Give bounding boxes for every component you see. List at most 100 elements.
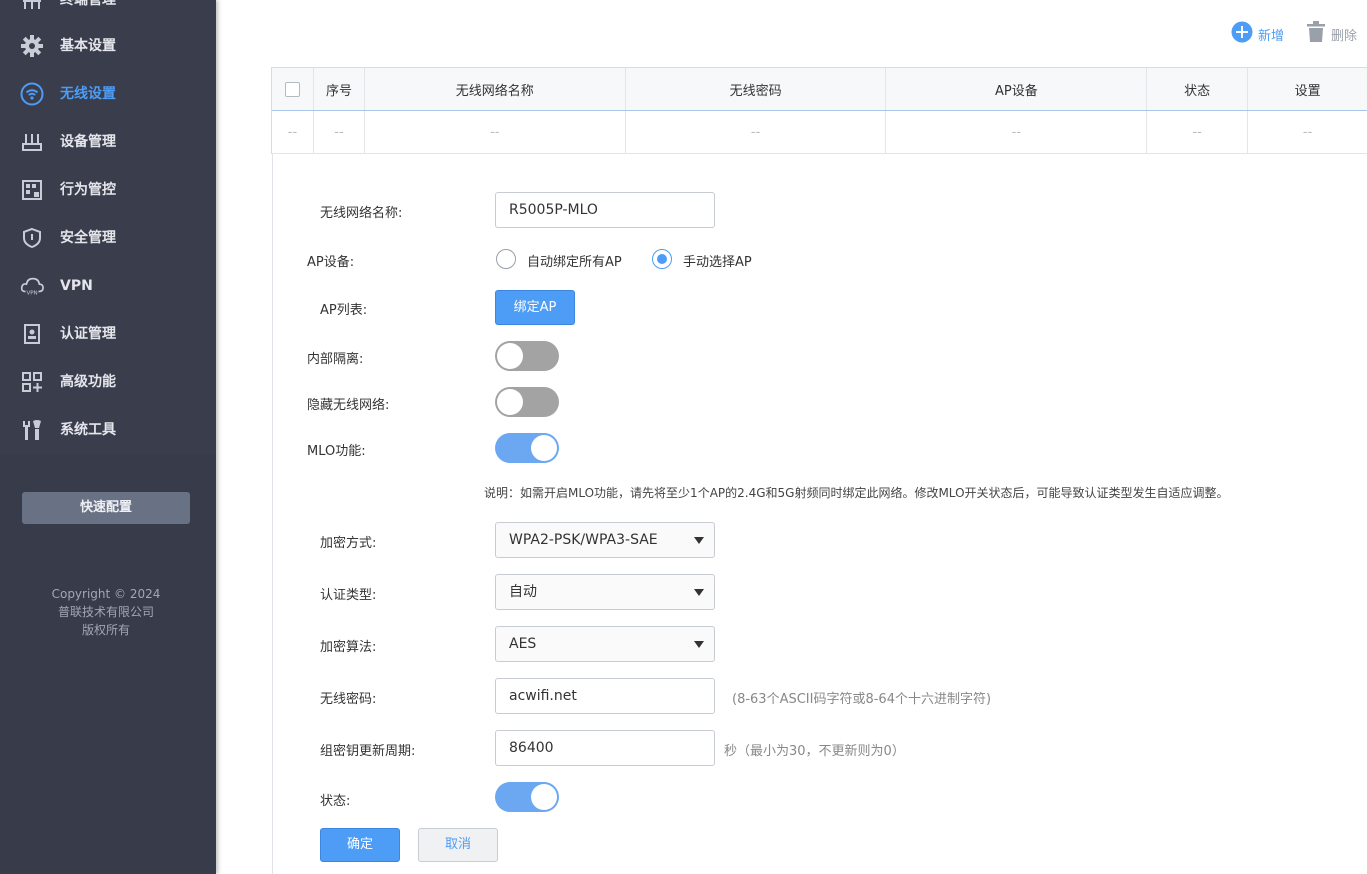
sidebar-item-label: VPN [60,278,93,294]
sidebar-item-label: 行为管控 [60,182,116,198]
radio-auto-bind[interactable] [496,249,516,269]
sidebar-item-wireless[interactable]: 无线设置 [0,70,216,118]
radio-auto-bind-label: 自动绑定所有AP [527,255,622,270]
algorithm-value: AES [509,636,537,652]
table-header: 序号 无线网络名称 无线密码 AP设备 状态 设置 [272,68,1367,111]
radio-manual-select[interactable] [652,249,672,269]
ssid-label: 无线网络名称: [320,206,403,221]
algorithm-label: 加密算法: [320,640,377,655]
encryption-select[interactable]: WPA2-PSK/WPA3-SAE [495,522,715,558]
mlo-toggle[interactable] [495,433,559,463]
delete-button[interactable]: 删除 [1306,21,1358,47]
wireless-network-table: 序号 无线网络名称 无线密码 AP设备 状态 设置 -- -- -- -- --… [271,67,1367,154]
sidebar-item-label: 终端管理 [60,0,116,8]
wifi-icon [20,82,44,106]
sidebar: 终端管理 基本设置 无线设置 设备管理 行为管控 安全管理 VPN VPN 认证… [0,0,216,874]
hide-ssid-toggle[interactable] [495,387,559,417]
caret-down-icon [694,537,704,544]
header-status: 状态 [1147,68,1249,110]
table-cell: -- [886,111,1148,153]
rekey-hint: 秒（最小为30，不更新则为0） [724,744,905,759]
isolation-label: 内部隔离: [307,352,364,367]
rekey-input[interactable]: 86400 [495,730,715,766]
device-icon [20,130,44,154]
quick-config-button[interactable]: 快速配置 [22,492,190,524]
caret-down-icon [694,589,704,596]
sidebar-menu: 终端管理 基本设置 无线设置 设备管理 行为管控 安全管理 VPN VPN 认证… [0,0,216,455]
plus-circle-icon [1231,21,1253,47]
copyright-rights: 版权所有 [81,623,130,637]
ap-list-label: AP列表: [320,303,368,318]
sidebar-item-label: 无线设置 [60,86,116,102]
sidebar-item-label: 认证管理 [60,326,116,342]
sidebar-item-terminal[interactable]: 终端管理 [0,0,216,24]
apps-icon [20,370,44,394]
delete-label: 删除 [1331,28,1358,44]
trash-icon [1306,21,1326,47]
header-ap-device: AP设备 [886,68,1148,110]
select-all-checkbox[interactable] [284,81,300,97]
table-cell: -- [365,111,626,153]
sidebar-item-label: 设备管理 [60,134,116,150]
sidebar-item-tools[interactable]: 系统工具 [0,406,216,454]
sidebar-item-device[interactable]: 设备管理 [0,118,216,166]
table-cell: -- [626,111,887,153]
status-label: 状态: [320,794,351,809]
sidebar-item-label: 基本设置 [60,38,116,54]
header-ssid: 无线网络名称 [365,68,626,110]
sidebar-item-auth[interactable]: 认证管理 [0,310,216,358]
ap-device-label: AP设备: [307,255,355,270]
table-cell: -- [314,111,365,153]
copyright-line: Copyright © 2024 [51,587,161,601]
rekey-label: 组密钥更新周期: [320,744,416,759]
bind-ap-button[interactable]: 绑定AP [495,290,575,325]
sidebar-item-label: 高级功能 [60,374,116,390]
add-button[interactable]: 新增 [1231,21,1285,47]
header-checkbox-cell [272,68,314,110]
toggle-knob [497,343,523,369]
sidebar-item-advanced[interactable]: 高级功能 [0,358,216,406]
mlo-note: 说明：如需开启MLO功能，请先将至少1个AP的2.4G和5G射频同时绑定此网络。… [484,486,1229,500]
auth-type-label: 认证类型: [320,588,377,603]
isolation-toggle[interactable] [495,341,559,371]
table-cell: -- [272,111,314,153]
algorithm-select[interactable]: AES [495,626,715,662]
status-toggle[interactable] [495,782,559,812]
hide-ssid-label: 隐藏无线网络: [307,398,390,413]
ssid-input[interactable]: R5005P-MLO [495,192,715,228]
auth-type-select[interactable]: 自动 [495,574,715,610]
password-hint: (8-63个ASCII码字符或8-64个十六进制字符) [732,692,992,707]
encryption-label: 加密方式: [320,536,377,551]
copyright: Copyright © 2024 普联技术有限公司 版权所有 [0,585,212,639]
sidebar-item-label: 安全管理 [60,230,116,246]
sidebar-item-vpn[interactable]: VPN VPN [0,262,216,310]
cancel-button[interactable]: 取消 [418,828,498,862]
toggle-knob [497,389,523,415]
header-settings: 设置 [1294,83,1321,99]
table-cell: -- [1147,111,1249,153]
toggle-knob [531,435,557,461]
behavior-icon [20,178,44,202]
badge-icon [20,322,44,346]
copyright-company: 普联技术有限公司 [57,605,154,619]
svg-text:VPN: VPN [26,290,37,296]
auth-type-value: 自动 [509,584,537,600]
terminal-icon [20,0,44,12]
password-label: 无线密码: [320,692,377,707]
vpn-cloud-icon: VPN [20,274,44,298]
toggle-knob [531,784,557,810]
add-label: 新增 [1258,28,1285,44]
encryption-value: WPA2-PSK/WPA3-SAE [509,532,658,548]
shield-icon [20,226,44,250]
table-row: -- -- -- -- -- -- -- [272,111,1367,154]
header-password: 无线密码 [626,68,887,110]
sidebar-item-basic[interactable]: 基本设置 [0,22,216,70]
password-input[interactable]: acwifi.net [495,678,715,714]
sidebar-item-behavior[interactable]: 行为管控 [0,166,216,214]
edit-form-panel [272,154,1367,874]
sidebar-item-security[interactable]: 安全管理 [0,214,216,262]
tools-icon [20,418,44,442]
caret-down-icon [694,641,704,648]
table-cell: -- [1302,124,1313,140]
ok-button[interactable]: 确定 [320,828,400,862]
